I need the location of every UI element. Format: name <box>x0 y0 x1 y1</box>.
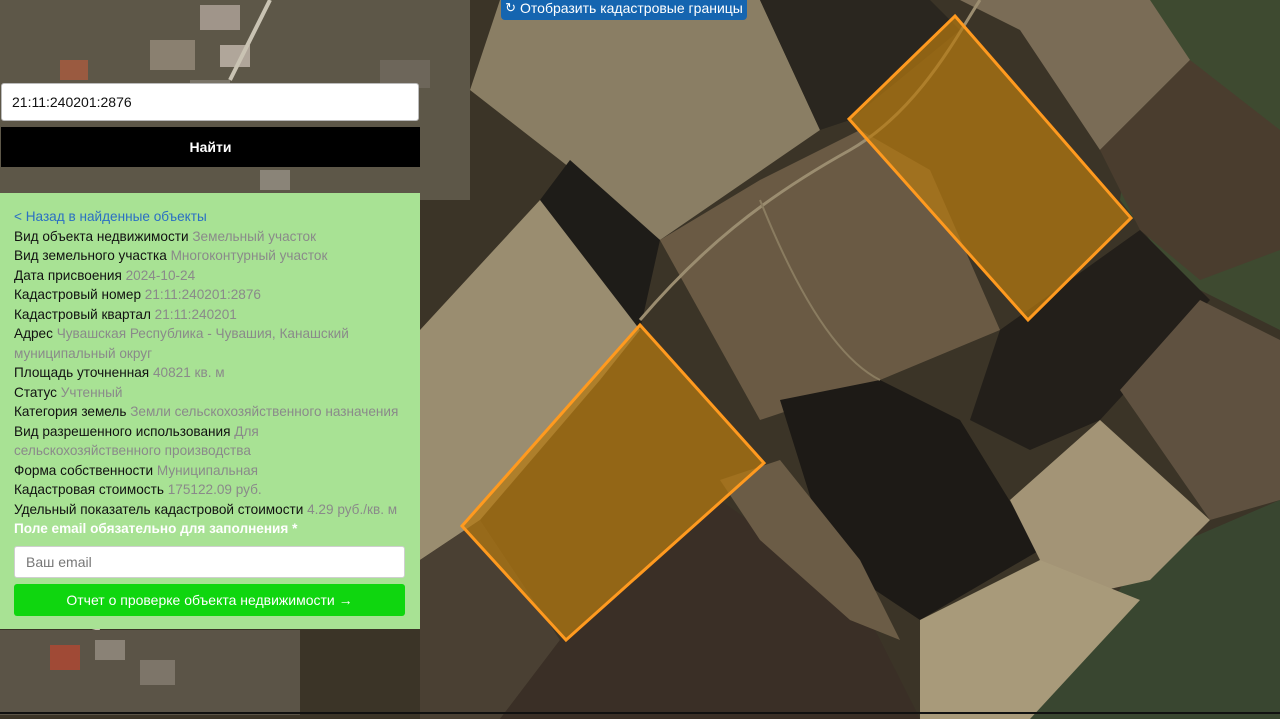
info-row: Кадастровый номер 21:11:240201:2876 <box>14 285 406 305</box>
bottom-divider <box>0 712 1280 714</box>
info-row-value: 21:11:240201 <box>154 306 237 322</box>
back-to-results-link[interactable]: < Назад в найденные объекты <box>14 207 406 227</box>
info-row-label: Удельный показатель кадастровой стоимост… <box>14 501 304 517</box>
info-row: Вид земельного участка Многоконтурный уч… <box>14 246 406 266</box>
property-check-report-button[interactable]: Отчет о проверке объекта недвижимости → <box>14 583 405 616</box>
info-row: Вид объекта недвижимости Земельный участ… <box>14 227 406 247</box>
info-row: Статус Учтенный <box>14 383 406 403</box>
info-row: Кадастровый квартал 21:11:240201 <box>14 305 406 325</box>
show-cadastral-borders-label: Отобразить кадастровые границы <box>520 0 743 16</box>
info-row-label: Кадастровая стоимость <box>14 482 164 497</box>
info-rows: Вид объекта недвижимости Земельный участ… <box>14 227 406 520</box>
info-row: Вид разрешенного использования Для сельс… <box>14 422 406 461</box>
info-row-label: Кадастровый квартал <box>14 306 151 322</box>
info-row-value: Земельный участок <box>192 228 317 244</box>
email-required-note: Поле email обязательно для заполнения * <box>14 521 298 536</box>
info-row-value: 175122.09 руб. <box>167 482 262 497</box>
info-row: Удельный показатель кадастровой стоимост… <box>14 500 406 520</box>
info-row-label: Статус <box>14 384 57 400</box>
info-row: Дата присвоения 2024-10-24 <box>14 266 406 286</box>
info-row: Площадь уточненная 40821 кв. м <box>14 363 406 383</box>
info-row: Адрес Чувашская Республика - Чувашия, Ка… <box>14 324 406 363</box>
info-row-value: Чувашская Республика - Чувашия, Канашски… <box>14 326 349 361</box>
email-input[interactable] <box>14 545 405 578</box>
info-row-value: 2024-10-24 <box>125 267 196 283</box>
info-row-label: Кадастровый номер <box>14 287 142 302</box>
cadastral-search-input[interactable] <box>1 83 419 121</box>
info-row-label: Категория земель <box>14 404 127 419</box>
info-row-value: 40821 кв. м <box>152 365 225 380</box>
find-button[interactable]: Найти <box>1 127 420 167</box>
info-row-label: Вид земельного участка <box>14 248 167 263</box>
info-row-label: Вид объекта недвижимости <box>14 228 189 244</box>
refresh-icon: ↻ <box>505 0 517 15</box>
info-row: Форма собственности Муниципальная <box>14 461 406 481</box>
info-row-value: Муниципальная <box>156 462 259 478</box>
info-row: Категория земель Земли сельскохозяйствен… <box>14 402 406 422</box>
info-row: Кадастровая стоимость 175122.09 руб. <box>14 480 406 500</box>
info-row-label: Вид разрешенного использования <box>14 423 231 439</box>
info-row-value: Учтенный <box>60 384 123 400</box>
info-row-value: 4.29 руб./кв. м <box>307 501 398 517</box>
show-cadastral-borders-button[interactable]: ↻ Отобразить кадастровые границы <box>501 0 747 20</box>
info-row-value: Многоконтурный участок <box>170 248 328 263</box>
info-row-value: 21:11:240201:2876 <box>144 287 261 302</box>
info-row-value: Земли сельскохозяйственного назначения <box>130 404 399 419</box>
info-row-label: Дата присвоения <box>14 267 122 283</box>
info-row-label: Адрес <box>14 326 53 341</box>
object-info-panel: < Назад в найденные объекты Вид объекта … <box>0 193 420 629</box>
info-row-label: Площадь уточненная <box>14 365 150 380</box>
info-row-label: Форма собственности <box>14 462 154 478</box>
